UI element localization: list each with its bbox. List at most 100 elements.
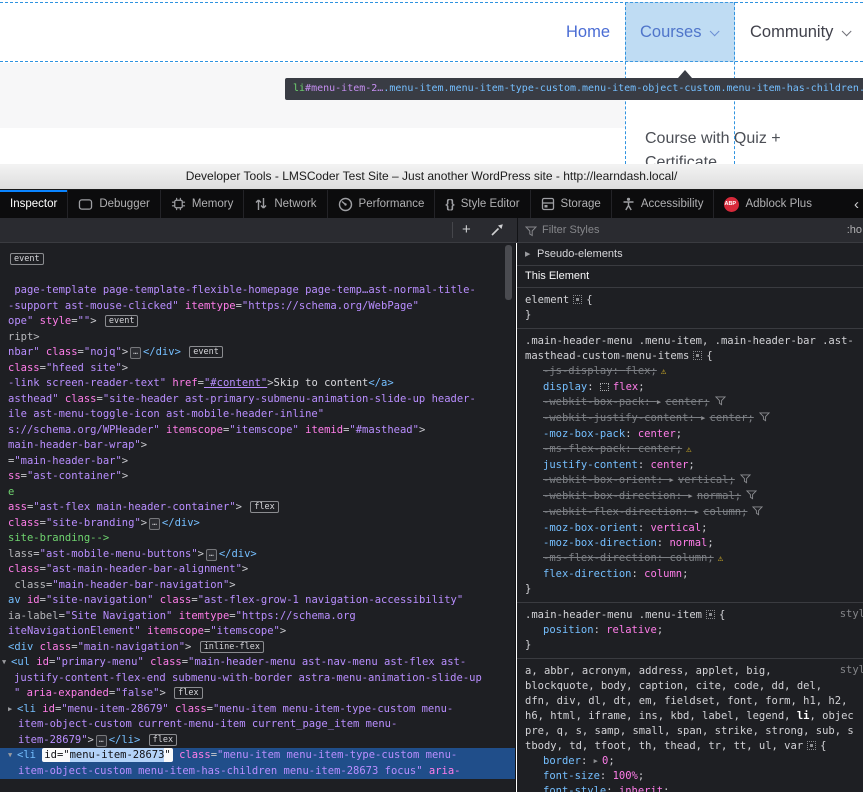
attribute-value[interactable]: "main-header-menu ast-nav-menu ast-flex … bbox=[188, 656, 466, 668]
css-selector[interactable]: h6, html, iframe, ins, kbd, label, legen… bbox=[525, 709, 863, 724]
attribute-value[interactable]: "ast-flex-grow-1 navigation-accessibilit… bbox=[198, 594, 464, 606]
markup-line[interactable]: site-branding--> bbox=[0, 531, 515, 547]
attribute-value[interactable]: "menu-item menu-item-type-custom menu- bbox=[213, 703, 453, 715]
attribute-value[interactable]: "itemscope" bbox=[229, 424, 299, 436]
markup-line[interactable]: page-template page-template-flexible-hom… bbox=[0, 283, 515, 299]
badge-flex[interactable]: flex bbox=[174, 687, 202, 699]
css-selector[interactable]: .main-header-menu .menu-item{ bbox=[525, 608, 863, 623]
attribute-name[interactable]: class bbox=[33, 641, 71, 653]
markup-line[interactable]: av id="site-navigation" class="ast-flex-… bbox=[0, 593, 515, 609]
selector-highlighter-icon[interactable] bbox=[706, 610, 715, 619]
tag-name[interactable]: <div bbox=[8, 641, 33, 653]
css-property[interactable]: flex-direction: column; bbox=[525, 567, 863, 582]
markup-line[interactable]: ▶<li id="menu-item-28679" class="menu-it… bbox=[0, 702, 515, 718]
markup-line[interactable]: item-28679">…</li> flex bbox=[0, 733, 515, 749]
attribute-name[interactable]: id bbox=[36, 703, 55, 715]
attribute-link[interactable]: "#content" bbox=[204, 377, 267, 389]
attribute-value[interactable]: "main-header-bar-navigation" bbox=[52, 579, 229, 591]
attribute-name[interactable]: itemtype bbox=[172, 610, 229, 622]
markup-line-selected[interactable]: item-object-custom menu-item-has-childre… bbox=[0, 764, 515, 780]
css-property[interactable]: font-style: inherit; bbox=[525, 784, 863, 792]
attribute-name[interactable]: style bbox=[33, 315, 71, 327]
css-selector[interactable]: dfn, div, dl, dt, em, fieldset, font, fo… bbox=[525, 694, 863, 709]
attribute-name[interactable]: class bbox=[153, 594, 191, 606]
markup-line[interactable]: asthead" class="site-header ast-primary-… bbox=[0, 392, 515, 408]
markup-line[interactable]: ="main-header-bar"> bbox=[0, 454, 515, 470]
nav-item-courses[interactable]: Courses bbox=[640, 23, 716, 42]
css-selector[interactable]: tbody, td, tfoot, th, thead, tr, tt, ul,… bbox=[525, 739, 863, 754]
css-selector[interactable]: blockquote, body, caption, cite, code, d… bbox=[525, 679, 863, 694]
attribute-value[interactable]: "menu-item-28679" bbox=[61, 703, 168, 715]
css-property[interactable]: -moz-box-pack: center; bbox=[525, 427, 863, 442]
css-property[interactable]: font-size: 100%; bbox=[525, 769, 863, 784]
attribute-value[interactable]: ile ast-menu-toggle-icon ast-mobile-head… bbox=[8, 408, 324, 420]
attribute-value[interactable]: main-header-bar-wrap" bbox=[8, 439, 141, 451]
markup-line[interactable]: ia-label="Site Navigation" itemtype="htt… bbox=[0, 609, 515, 625]
badge-flex[interactable]: flex bbox=[149, 734, 177, 746]
attribute-value[interactable]: "site-header ast-primary-submenu-animati… bbox=[103, 393, 476, 405]
markup-line[interactable]: ope" style=""> event bbox=[0, 314, 515, 330]
attribute-value[interactable]: "#masthead" bbox=[349, 424, 419, 436]
tag-name[interactable]: </div> bbox=[143, 346, 181, 358]
css-property[interactable]: -moz-box-direction: normal; bbox=[525, 536, 863, 551]
markup-line[interactable]: lass="ast-mobile-menu-buttons">…</div> bbox=[0, 547, 515, 563]
id-attribute-editor[interactable]: " bbox=[164, 748, 172, 762]
markup-line[interactable] bbox=[0, 268, 515, 284]
badge-event[interactable]: event bbox=[10, 253, 44, 265]
css-property[interactable]: border: ▶ 0; bbox=[525, 754, 863, 769]
filter-styles-input[interactable]: Filter Styles bbox=[542, 218, 599, 242]
tab-style-editor[interactable]: {}Style Editor bbox=[434, 190, 529, 218]
attribute-name[interactable]: class bbox=[144, 656, 182, 668]
tag-name[interactable]: <ul bbox=[11, 656, 30, 668]
markup-line[interactable]: ile ast-menu-toggle-icon ast-mobile-head… bbox=[0, 407, 515, 423]
css-property[interactable]: -webkit-box-direction: ▶ normal; bbox=[525, 489, 863, 505]
tag-name[interactable]: </li> bbox=[109, 734, 141, 746]
attribute-value[interactable]: "" bbox=[78, 315, 91, 327]
attribute-value[interactable]: "menu-item menu-item-type-custom menu- bbox=[217, 749, 457, 761]
nav-item-community[interactable]: Community bbox=[750, 23, 848, 42]
selector-highlighter-icon[interactable] bbox=[807, 741, 816, 750]
markup-line[interactable]: -support ast-mouse-clicked" itemtype="ht… bbox=[0, 299, 515, 315]
attribute-name[interactable]: itemtype bbox=[179, 300, 236, 312]
attribute-name[interactable]: class bbox=[173, 749, 211, 761]
tag-name[interactable]: <li bbox=[17, 749, 42, 761]
markup-line[interactable]: ass="ast-flex main-header-container"> fl… bbox=[0, 500, 515, 516]
attribute-value[interactable]: "https://schema.org bbox=[236, 610, 356, 622]
collapsed-children-badge[interactable]: … bbox=[96, 735, 107, 747]
css-selector[interactable]: .main-header-menu .menu-item, .main-head… bbox=[525, 334, 863, 349]
markup-line[interactable]: ript> bbox=[0, 330, 515, 346]
collapsed-children-badge[interactable]: … bbox=[130, 347, 141, 359]
markup-line[interactable]: " aria-expanded="false"> flex bbox=[0, 686, 515, 702]
source-link[interactable]: styl bbox=[840, 608, 863, 620]
css-property[interactable]: -webkit-box-pack: ▶ center; bbox=[525, 395, 863, 411]
attribute-value[interactable]: s://schema.org/WPHeader" bbox=[8, 424, 160, 436]
tag-name[interactable]: </div> bbox=[162, 517, 200, 529]
attribute-value[interactable]: "site-branding" bbox=[46, 517, 141, 529]
tab-network[interactable]: Network bbox=[243, 190, 326, 218]
badge-event[interactable]: event bbox=[189, 346, 223, 358]
markup-line[interactable]: ▼<ul id="primary-menu" class="main-heade… bbox=[0, 655, 515, 671]
expand-arrow-icon[interactable]: ▶ bbox=[8, 702, 17, 718]
tag-name[interactable]: </div> bbox=[219, 548, 257, 560]
attribute-name[interactable]: class bbox=[169, 703, 207, 715]
attribute-name[interactable]: ss bbox=[8, 470, 21, 482]
css-property[interactable]: -ms-flex-pack: center;⚠ bbox=[525, 442, 863, 458]
attribute-value[interactable]: "hfeed site" bbox=[46, 362, 122, 374]
collapsed-children-badge[interactable]: … bbox=[206, 549, 217, 561]
attribute-name[interactable]: class bbox=[40, 346, 78, 358]
markup-line[interactable]: e bbox=[0, 485, 515, 501]
badge-flex[interactable]: flex bbox=[250, 501, 278, 513]
css-property[interactable]: -js-display: flex;⚠ bbox=[525, 364, 863, 380]
css-property[interactable]: -ms-flex-direction: column;⚠ bbox=[525, 551, 863, 567]
markup-line-selected[interactable]: ▼<li id="menu-item-28673" class="menu-it… bbox=[0, 748, 515, 764]
selector-highlighter-icon[interactable] bbox=[693, 351, 702, 360]
markup-line[interactable]: class="main-header-bar-navigation"> bbox=[0, 578, 515, 594]
badge-event[interactable]: event bbox=[105, 315, 139, 327]
pseudo-class-toggle[interactable]: :ho bbox=[847, 218, 862, 242]
attribute-value[interactable]: -support ast-mouse-clicked" bbox=[8, 300, 179, 312]
attribute-name[interactable]: id bbox=[30, 656, 49, 668]
expander-arrow-icon[interactable]: ▶ bbox=[594, 754, 602, 769]
attribute-value[interactable]: item-object-custom menu-item-has-childre… bbox=[18, 765, 423, 777]
flex-highlighter-icon[interactable] bbox=[600, 383, 609, 391]
attribute-name[interactable]: ass bbox=[8, 501, 27, 513]
